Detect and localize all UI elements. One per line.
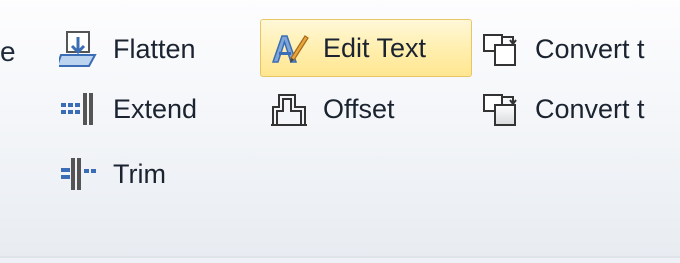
convert-button-1[interactable]: Convert t <box>472 20 656 78</box>
extend-icon <box>57 87 101 131</box>
extend-label: Extend <box>113 93 198 124</box>
convert-icon <box>479 27 523 71</box>
edit-text-icon <box>267 26 311 70</box>
offset-label: Offset <box>323 93 395 124</box>
flatten-button[interactable]: Flatten <box>50 20 207 78</box>
trim-icon <box>57 152 101 196</box>
flatten-label: Flatten <box>113 33 196 64</box>
offset-icon <box>267 87 311 131</box>
flatten-icon <box>57 27 101 71</box>
extend-button[interactable]: Extend <box>50 80 208 138</box>
offset-button[interactable]: Offset <box>260 80 406 138</box>
ribbon-panel: e Flatten Extend Trim Edit Text Offset C… <box>0 0 680 259</box>
edit-text-button[interactable]: Edit Text <box>260 19 472 77</box>
convert-icon <box>479 87 523 131</box>
truncated-label: e <box>0 36 16 67</box>
trim-label: Trim <box>113 158 166 189</box>
convert-label-2: Convert t <box>535 93 645 124</box>
convert-label-1: Convert t <box>535 33 645 64</box>
convert-button-2[interactable]: Convert t <box>472 80 656 138</box>
edit-text-label: Edit Text <box>323 32 427 63</box>
trim-button[interactable]: Trim <box>50 145 177 203</box>
ribbon-bottom-edge <box>0 258 680 263</box>
